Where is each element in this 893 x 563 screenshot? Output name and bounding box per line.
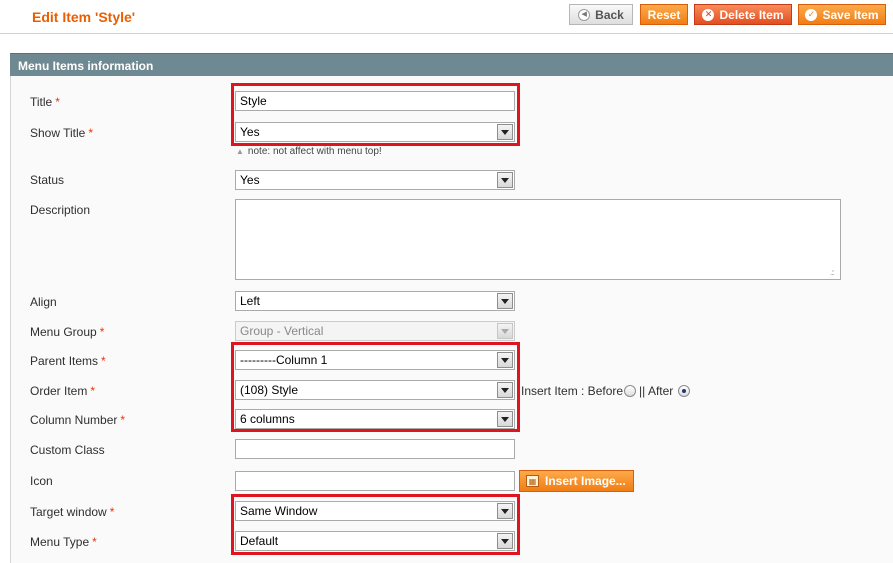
triangle-up-icon: ▲ <box>236 147 244 156</box>
insert-image-label: Insert Image... <box>545 474 626 488</box>
show-title-label: Show Title * <box>30 126 94 140</box>
reset-button-label: Reset <box>647 7 681 22</box>
chevron-down-icon <box>497 172 513 188</box>
description-label: Description <box>30 203 91 217</box>
highlight-box-title-group <box>231 83 520 146</box>
highlight-box-target-group <box>231 494 520 555</box>
chevron-down-icon <box>497 293 513 309</box>
icon-input[interactable] <box>235 471 515 491</box>
menu-group-select: Group - Vertical <box>235 321 515 341</box>
insert-after-label: || After <box>639 384 674 398</box>
insert-image-button[interactable]: ▦ Insert Image... <box>519 470 634 492</box>
header-divider <box>0 33 893 34</box>
status-label: Status <box>30 173 65 187</box>
custom-class-input[interactable] <box>235 439 515 459</box>
column-number-label: Column Number * <box>30 413 126 427</box>
save-item-button[interactable]: ✓ Save Item <box>798 4 886 25</box>
custom-class-label: Custom Class <box>30 443 105 457</box>
align-value: Left <box>240 294 261 308</box>
menu-group-value: Group - Vertical <box>240 324 324 338</box>
back-arrow-icon: ◀ <box>578 8 591 21</box>
insert-position-group: Insert Item : Before || After <box>521 384 693 398</box>
insert-before-label: Insert Item : Before <box>521 384 624 398</box>
page-title: Edit Item 'Style' <box>32 9 136 25</box>
save-button-label: Save Item <box>822 7 879 22</box>
menu-group-label: Menu Group * <box>30 325 105 339</box>
delete-x-icon: ✕ <box>702 8 715 21</box>
title-label: Title * <box>30 95 60 109</box>
delete-button-label: Delete Item <box>719 7 784 22</box>
order-item-label: Order Item * <box>30 384 96 398</box>
parent-items-label: Parent Items * <box>30 354 106 368</box>
show-title-note: ▲ note: not affect with menu top! <box>236 146 382 157</box>
section-header: Menu Items information <box>10 53 893 76</box>
target-window-label: Target window * <box>30 505 115 519</box>
delete-item-button[interactable]: ✕ Delete Item <box>694 4 792 25</box>
align-select[interactable]: Left <box>235 291 515 311</box>
menu-type-label: Menu Type * <box>30 535 97 549</box>
resize-grip-icon[interactable]: .:: <box>830 268 835 277</box>
reset-button[interactable]: Reset <box>640 4 688 25</box>
description-textarea[interactable] <box>235 199 841 280</box>
highlight-box-parent-group <box>231 342 520 432</box>
checkmark-icon: ✓ <box>805 8 818 21</box>
status-select[interactable]: Yes <box>235 170 515 190</box>
image-icon: ▦ <box>526 475 539 487</box>
status-value: Yes <box>240 173 260 187</box>
back-button[interactable]: ◀ Back <box>569 4 633 25</box>
insert-after-radio[interactable] <box>678 385 691 397</box>
back-button-label: Back <box>595 7 624 22</box>
insert-before-radio[interactable] <box>624 385 637 397</box>
align-label: Align <box>30 295 57 309</box>
chevron-down-icon <box>497 323 513 339</box>
icon-label: Icon <box>30 474 53 488</box>
